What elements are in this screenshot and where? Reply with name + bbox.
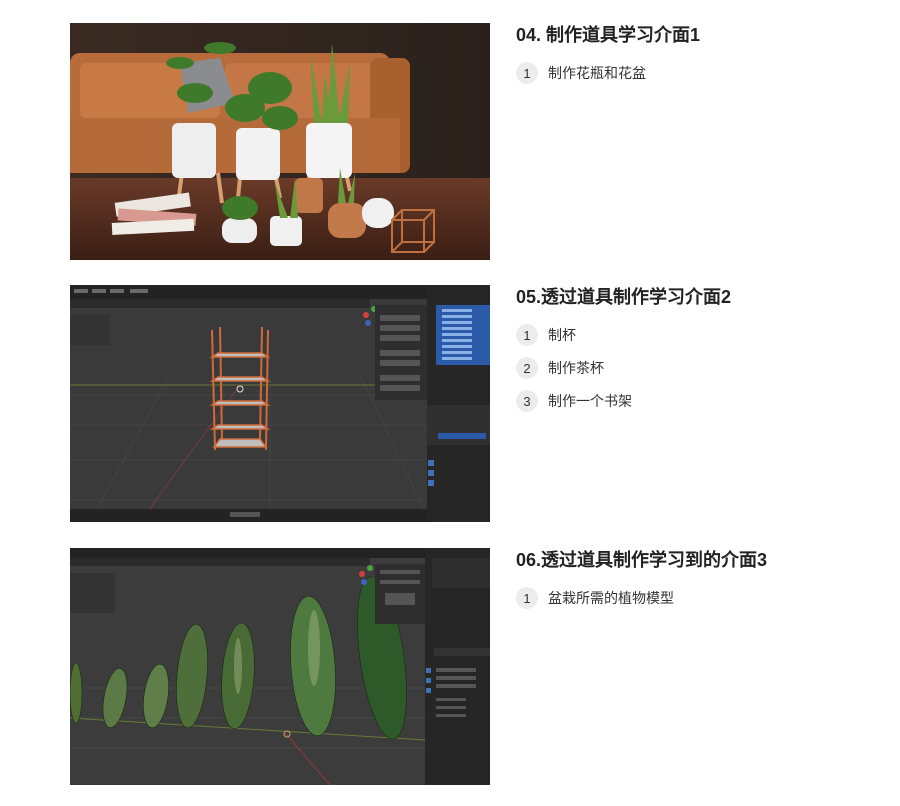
item-label: 制作花瓶和花盆: [548, 65, 646, 81]
lesson-title: 06.透过道具制作学习到的介面3: [516, 550, 768, 570]
list-item[interactable]: 2 制作茶杯: [516, 356, 846, 380]
lesson-06-thumbnail[interactable]: [70, 548, 490, 785]
lesson-06: 06.透过道具制作学习到的介面3 1 盆栽所需的植物模型: [70, 548, 830, 788]
lesson-items: 1 盆栽所需的植物模型: [516, 586, 846, 610]
list-item[interactable]: 1 制杯: [516, 323, 846, 347]
lesson-title: 05.透过道具制作学习介面2: [516, 287, 732, 307]
blender-leaves-image: [70, 548, 490, 785]
lesson-04-info: 04. 制作道具学习介面1 1 制作花瓶和花盆: [516, 23, 846, 94]
item-number: 1: [516, 324, 538, 346]
lesson-items: 1 制作花瓶和花盆: [516, 61, 846, 85]
item-label: 制杯: [548, 327, 576, 343]
list-item[interactable]: 1 制作花瓶和花盆: [516, 61, 846, 85]
item-number: 2: [516, 357, 538, 379]
lesson-05: 05.透过道具制作学习介面2 1 制杯 2 制作茶杯 3 制作一个书架: [70, 285, 830, 525]
list-item[interactable]: 3 制作一个书架: [516, 389, 846, 413]
lesson-05-info: 05.透过道具制作学习介面2 1 制杯 2 制作茶杯 3 制作一个书架: [516, 285, 846, 422]
item-number: 1: [516, 587, 538, 609]
item-label: 制作茶杯: [548, 360, 604, 376]
plant-scene-image: [70, 23, 490, 260]
list-item[interactable]: 1 盆栽所需的植物模型: [516, 586, 846, 610]
lesson-06-info: 06.透过道具制作学习到的介面3 1 盆栽所需的植物模型: [516, 548, 846, 619]
lesson-05-thumbnail[interactable]: [70, 285, 490, 522]
lesson-title: 04. 制作道具学习介面1: [516, 25, 701, 45]
item-label: 盆栽所需的植物模型: [548, 590, 674, 606]
lesson-04: 04. 制作道具学习介面1 1 制作花瓶和花盆: [70, 23, 830, 263]
lesson-04-thumbnail[interactable]: [70, 23, 490, 260]
blender-shelf-image: [70, 285, 490, 522]
item-number: 3: [516, 390, 538, 412]
item-number: 1: [516, 62, 538, 84]
lesson-items: 1 制杯 2 制作茶杯 3 制作一个书架: [516, 323, 846, 413]
item-label: 制作一个书架: [548, 393, 632, 409]
